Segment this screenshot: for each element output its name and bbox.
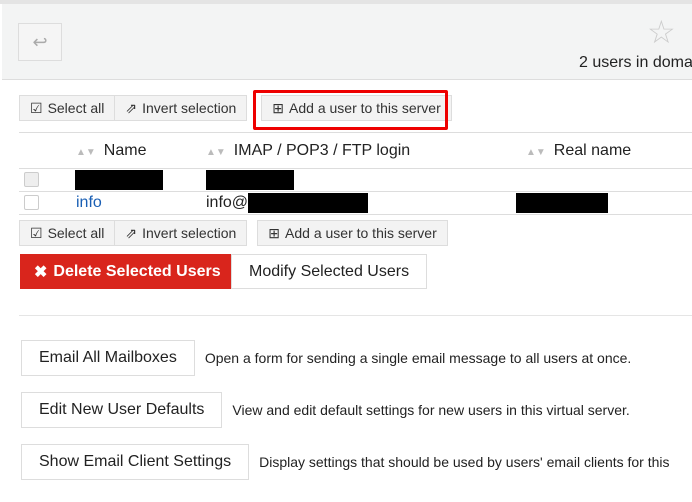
star-icon[interactable]: ☆	[647, 16, 676, 48]
invert-selection-button[interactable]: ⇗ Invert selection	[115, 95, 248, 121]
sort-icon: ▲▼	[526, 146, 546, 158]
checkbox-icon: ☑	[30, 224, 43, 241]
column-login[interactable]: ▲▼ IMAP / POP3 / FTP login	[205, 132, 525, 169]
table-row	[19, 168, 692, 192]
email-all-mailboxes-button[interactable]: Email All Mailboxes	[21, 340, 195, 376]
invert-selection-label: Invert selection	[142, 100, 237, 116]
highlight-box	[253, 90, 448, 130]
select-all-button[interactable]: ☑ Select all	[19, 95, 116, 121]
redacted-login	[206, 170, 294, 190]
redacted-login	[248, 193, 369, 213]
delete-selected-users-button[interactable]: ✖ Delete Selected Users	[20, 254, 235, 289]
edit-new-user-defaults-button[interactable]: Edit New User Defaults	[21, 392, 223, 428]
redacted-real-name	[516, 193, 608, 213]
action-row: Email All Mailboxes Open a form for send…	[21, 340, 631, 376]
bottom-toolbar: ☑ Select all ⇗ Invert selection ⊞ Add a use…	[19, 220, 448, 246]
table-row: info info@	[19, 191, 692, 215]
checkbox-icon: ☑	[30, 99, 43, 116]
select-all-label: Select all	[47, 100, 105, 116]
invert-selection-button[interactable]: ⇗ Invert selection	[115, 220, 248, 246]
user-delete-icon: ✖	[34, 263, 48, 281]
column-real-name[interactable]: ▲▼ Real name	[525, 132, 692, 169]
page-header: ↩ ☆ 2 users in domai	[2, 4, 692, 80]
sort-icon: ▲▼	[76, 146, 96, 158]
users-table: ▲▼ Name ▲▼ IMAP / POP3 / FTP login ▲▼ Real …	[19, 132, 692, 215]
redacted-name	[75, 170, 163, 190]
action-description: Open a form for sending a single email m…	[204, 350, 632, 366]
action-row: Edit New User Defaults View and edit def…	[21, 392, 630, 428]
column-name[interactable]: ▲▼ Name	[75, 132, 205, 169]
login-text: info@	[206, 194, 249, 212]
return-arrow-icon: ↩	[32, 31, 48, 52]
show-email-client-settings-button[interactable]: Show Email Client Settings	[21, 444, 250, 480]
action-description: Display settings that should be used by …	[259, 454, 670, 470]
user-link[interactable]: info	[76, 194, 102, 211]
row-checkbox[interactable]	[24, 172, 39, 188]
page-subtitle: 2 users in domai	[579, 54, 692, 71]
add-user-button[interactable]: ⊞ Add a user to this server	[257, 220, 448, 246]
action-description: View and edit default settings for new u…	[232, 402, 630, 418]
share-icon: ⇗	[125, 99, 138, 116]
select-all-button[interactable]: ☑ Select all	[19, 220, 116, 246]
share-icon: ⇗	[125, 224, 138, 241]
plus-square-icon: ⊞	[268, 224, 281, 241]
action-row: Show Email Client Settings Display setti…	[21, 444, 670, 480]
divider	[19, 315, 692, 316]
back-button[interactable]: ↩	[18, 23, 62, 61]
row-checkbox[interactable]	[24, 195, 39, 211]
modify-selected-users-button[interactable]: Modify Selected Users	[231, 254, 428, 289]
sort-icon: ▲▼	[206, 146, 226, 158]
